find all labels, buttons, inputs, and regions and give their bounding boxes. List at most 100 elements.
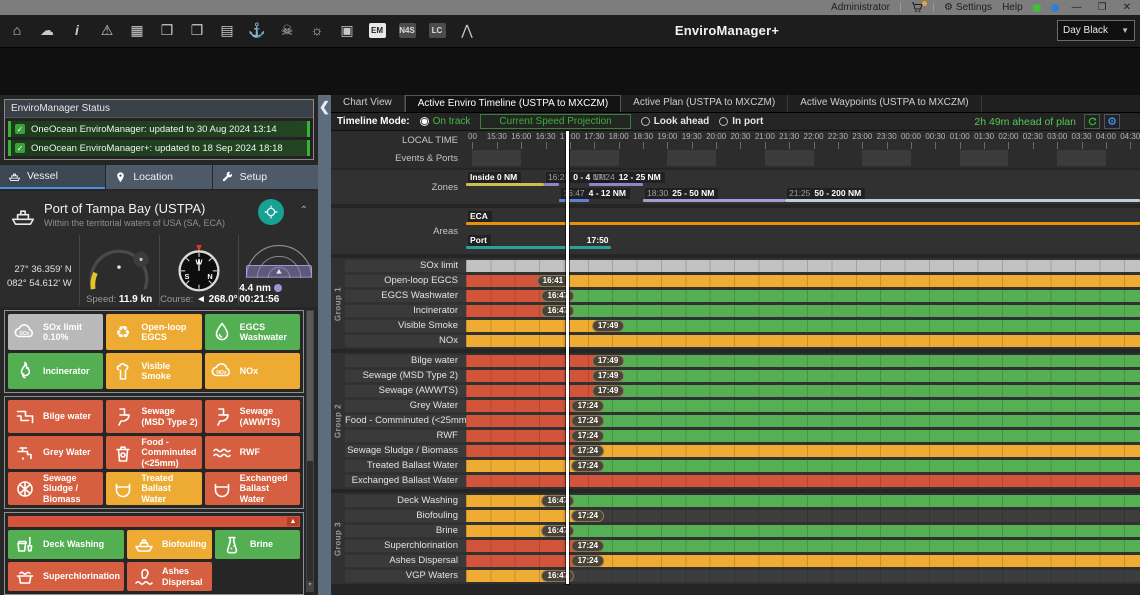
- tile-egcs-washwater[interactable]: EGCS Washwater: [205, 314, 300, 350]
- nav-tab-vessel[interactable]: Vessel: [0, 165, 105, 189]
- status-blue-dot: [1051, 4, 1059, 12]
- collapse-up-icon[interactable]: ▲: [287, 517, 299, 526]
- home-icon[interactable]: ⌂: [6, 19, 28, 41]
- transition-time-badge: 17:24: [572, 510, 604, 522]
- tab-chart-view[interactable]: Chart View: [331, 95, 405, 112]
- logbook-icon[interactable]: ▤: [216, 19, 238, 41]
- tile-bilge-water[interactable]: Bilge water: [8, 400, 103, 433]
- drafting-compass-icon[interactable]: ⋀: [456, 19, 478, 41]
- tile-open-loop-egcs[interactable]: ♻Open-loop EGCS: [106, 314, 201, 350]
- cloud-upload-icon[interactable]: ☁: [36, 19, 58, 41]
- gantt-row-label: RWF: [345, 430, 466, 442]
- theme-select[interactable]: Day Black ▼: [1057, 20, 1135, 41]
- info-icon[interactable]: i: [66, 19, 88, 41]
- checkbox-checked-icon[interactable]: ✓: [15, 124, 25, 134]
- time-tick-label: 03:30: [1072, 132, 1092, 141]
- tile-brine[interactable]: Brine: [215, 530, 300, 559]
- tile-incinerator[interactable]: Incinerator: [8, 353, 103, 389]
- tile-biofouling[interactable]: Biofouling: [127, 530, 212, 559]
- time-tick-label: 00:30: [925, 132, 945, 141]
- tile-sewage-awwts[interactable]: Sewage (AWWTS): [205, 400, 300, 433]
- enviro-schedule: LOCAL TIME 0015:3016:0016:3017:0017:3018…: [331, 131, 1140, 595]
- tile-grey-water[interactable]: Grey Water: [8, 436, 103, 469]
- timeline-settings-button[interactable]: ⚙: [1104, 114, 1120, 129]
- time-tick-mark: [984, 142, 985, 149]
- zones-label: Zones: [331, 182, 466, 193]
- time-tick-label: 19:00: [657, 132, 677, 141]
- tab-active-waypoints-ustpa-to-mxczm[interactable]: Active Waypoints (USTPA to MXCZM): [788, 95, 981, 112]
- collapse-chevron-icon[interactable]: ⌃: [300, 205, 308, 216]
- tiles-scroll-thumb[interactable]: [307, 311, 313, 461]
- lc-module-icon[interactable]: LC: [426, 19, 448, 41]
- tiles-scroll-down-icon[interactable]: ▾: [307, 581, 313, 591]
- minimize-button[interactable]: —: [1069, 2, 1085, 13]
- radio-on-track[interactable]: On track: [420, 116, 471, 127]
- time-tick-mark: [594, 142, 595, 149]
- tile-sewage-sludge-biomass[interactable]: Sewage Sludge / Biomass: [8, 472, 103, 505]
- open-book-icon[interactable]: ❐: [186, 19, 208, 41]
- em-module-icon[interactable]: EM: [366, 19, 388, 41]
- tile-exchanged-ballast-water[interactable]: Exchanged Ballast Water: [205, 472, 300, 505]
- locate-target-button[interactable]: [258, 199, 284, 225]
- time-tick-mark: [960, 142, 961, 149]
- checkbox-checked-icon[interactable]: ✓: [15, 143, 25, 153]
- time-tick-label: 20:00: [706, 132, 726, 141]
- radio-in-port[interactable]: In port: [719, 116, 763, 127]
- segment-good: [610, 320, 1140, 332]
- time-tick-label: 21:30: [779, 132, 799, 141]
- tile-superchlorination[interactable]: Superchlorination: [8, 562, 124, 591]
- transition-time-badge: 17:49: [592, 355, 624, 367]
- tile-nox[interactable]: NOxNOx: [205, 353, 300, 389]
- tile-deck-washing[interactable]: Deck Washing: [8, 530, 124, 559]
- tile-visible-smoke[interactable]: Visible Smoke: [106, 353, 201, 389]
- group-label: Group 3: [334, 521, 343, 555]
- map-icon[interactable]: ▦: [126, 19, 148, 41]
- tile-food-comminuted-25mm[interactable]: Food - Comminuted (<25mm): [106, 436, 201, 469]
- gantt-row-sewage-awwts: Sewage (AWWTS)17:49: [345, 385, 1140, 397]
- settings-button[interactable]: ⚙ Settings: [944, 2, 992, 13]
- tile-sewage-msd-type-2[interactable]: Sewage (MSD Type 2): [106, 400, 201, 433]
- transition-time-badge: 17:24: [572, 540, 604, 552]
- svg-text:SOx: SOx: [19, 331, 29, 337]
- tiles-scrollbar[interactable]: ▾: [306, 310, 314, 592]
- droplet-icon: [210, 320, 234, 344]
- panel-splitter[interactable]: ❮: [318, 95, 331, 595]
- timeline-refresh-button[interactable]: [1084, 114, 1100, 129]
- time-tick-mark: [667, 142, 668, 149]
- id-card-icon[interactable]: ▣: [336, 19, 358, 41]
- weather-icon[interactable]: ☼: [306, 19, 328, 41]
- radio-dot-icon: [719, 117, 728, 126]
- tile-treated-ballast-water[interactable]: Treated Ballast Water: [106, 472, 201, 505]
- help-button[interactable]: Help: [1002, 2, 1023, 13]
- security-skull-icon[interactable]: ☠: [276, 19, 298, 41]
- n4s-module-icon[interactable]: N4S: [396, 19, 418, 41]
- tile-rwf[interactable]: RWF: [205, 436, 300, 469]
- time-tick-mark: [1130, 142, 1131, 149]
- time-tick-label: 20:30: [730, 132, 750, 141]
- sludge-valve-icon: [13, 477, 37, 501]
- anchor-icon[interactable]: ⚓: [246, 19, 268, 41]
- zone-segment-0-4-nm: 16:280 - 4 NM: [544, 172, 559, 186]
- biofouling-icon: [132, 533, 156, 557]
- cart-icon[interactable]: [911, 2, 923, 13]
- current-speed-projection-button[interactable]: Current Speed Projection: [480, 114, 630, 129]
- transition-time-badge: 16:47: [542, 305, 574, 317]
- time-tick-label: 22:00: [804, 132, 824, 141]
- tab-active-enviro-timeline-ustpa-to-mxczm[interactable]: Active Enviro Timeline (USTPA to MXCZM): [405, 95, 621, 112]
- journal-icon[interactable]: ❒: [156, 19, 178, 41]
- time-tick-mark: [643, 142, 644, 149]
- gantt-row-label: Sewage (MSD Type 2): [345, 370, 466, 382]
- gantt-row-grey-water: Grey Water17:24: [345, 400, 1140, 412]
- port-subtitle: Within the territorial waters of USA (SA…: [44, 218, 225, 228]
- close-button[interactable]: ✕: [1120, 2, 1134, 13]
- radio-look-ahead[interactable]: Look ahead: [641, 116, 710, 127]
- tile-ashes-dispersal[interactable]: Ashes Dispersal: [127, 562, 212, 591]
- alert-triangle-icon[interactable]: ⚠: [96, 19, 118, 41]
- port-card: Port of Tampa Bay (USTPA) Within the ter…: [0, 191, 318, 307]
- nav-tab-location[interactable]: Location: [106, 165, 211, 189]
- maximize-button[interactable]: ❐: [1095, 2, 1110, 13]
- time-tick-mark: [1106, 142, 1107, 149]
- nav-tab-setup[interactable]: Setup: [213, 165, 318, 189]
- tab-active-plan-ustpa-to-mxczm[interactable]: Active Plan (USTPA to MXCZM): [621, 95, 788, 112]
- tile-sox-limit-0-10[interactable]: SOxSOx limit 0.10%: [8, 314, 103, 350]
